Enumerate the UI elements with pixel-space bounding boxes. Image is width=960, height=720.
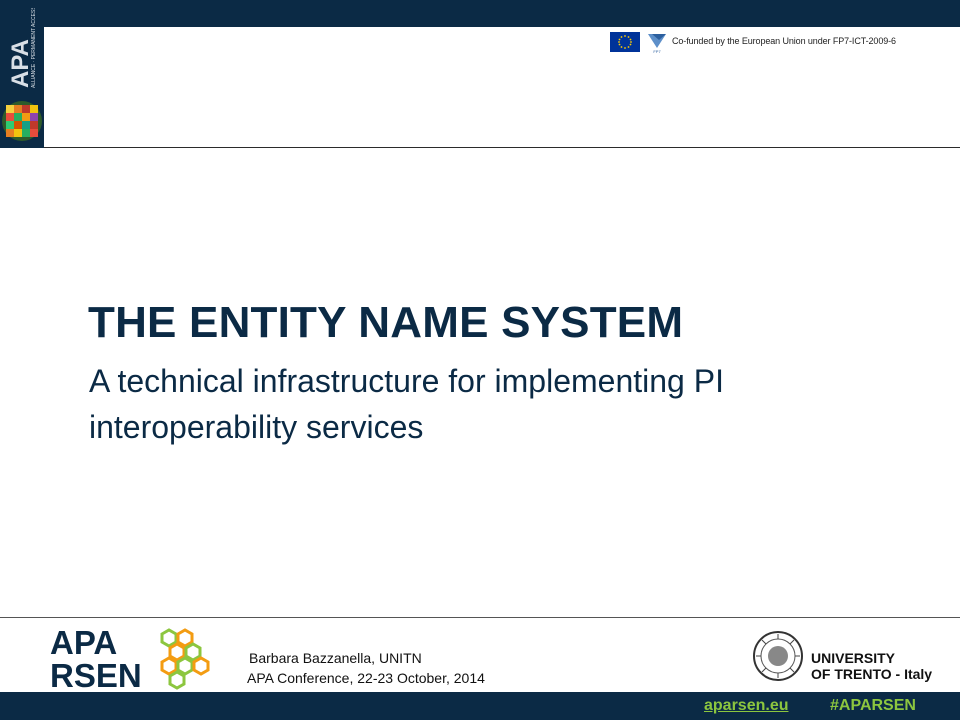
footer-divider (0, 617, 960, 618)
university-name-line2: OF TRENTO - Italy (811, 666, 933, 682)
svg-text:APA: APA (7, 39, 34, 88)
hashtag-label: #APARSEN (830, 697, 916, 714)
university-name-line1: UNIVERSITY (811, 650, 896, 666)
presenter-name: Barbara Bazzanella, UNITN (249, 650, 422, 666)
aparsen-logo: APA RSEN (50, 624, 210, 690)
cofunded-notice: Co-funded by the European Union under FP… (672, 36, 896, 46)
slide-subtitle: A technical infrastructure for implement… (89, 363, 724, 445)
apa-vertical-wordmark: APA ALLIANCE · PERMANENT ACCESS (7, 8, 37, 88)
fp7-logo-icon: FP7 (648, 34, 666, 54)
top-band (0, 0, 960, 27)
slide-title: THE ENTITY NAME SYSTEM (88, 298, 684, 347)
university-seal-icon (753, 631, 803, 681)
university-name: UNIVERSITY OF TRENTO - Italy (811, 650, 932, 682)
svg-text:FP7: FP7 (653, 49, 661, 54)
bottom-band (0, 692, 960, 720)
apa-side-logo: APA ALLIANCE · PERMANENT ACCESS (0, 0, 44, 148)
aparsen-logo-apa: APA (50, 624, 117, 661)
website-link[interactable]: aparsen.eu (704, 697, 788, 715)
header-divider (44, 147, 960, 148)
svg-text:ALLIANCE · PERMANENT ACCESS: ALLIANCE · PERMANENT ACCESS (31, 8, 37, 88)
eu-flag-icon (610, 32, 640, 52)
aparsen-logo-rsen: RSEN (50, 657, 142, 690)
apa-mosaic-graphic (2, 101, 42, 141)
conference-info: APA Conference, 22-23 October, 2014 (247, 670, 485, 686)
